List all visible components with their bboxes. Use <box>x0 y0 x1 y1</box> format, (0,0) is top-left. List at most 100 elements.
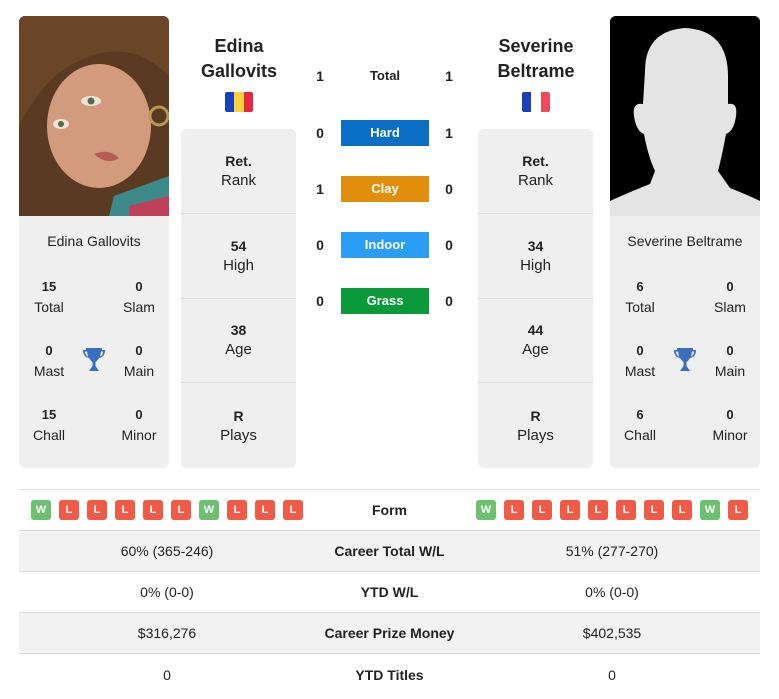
player-heading-left[interactable]: Edina Gallovits <box>179 34 299 84</box>
surface-badge-hard[interactable]: Hard <box>341 120 429 146</box>
right-value: 0% (0-0) <box>585 584 639 600</box>
player-name-left[interactable]: Edina Gallovits <box>19 233 169 249</box>
stat-value: 0 <box>726 407 734 422</box>
info-value: 38 <box>230 322 247 339</box>
h2h-left-count: 1 <box>316 181 324 197</box>
stat-value: 15 <box>41 279 57 294</box>
info-age: 44 Age <box>478 299 593 384</box>
form-badge-win[interactable]: W <box>31 500 51 520</box>
player-photo-right <box>610 16 760 216</box>
h2h-label-total: Total <box>369 68 401 83</box>
form-badge-loss[interactable]: L <box>644 500 664 520</box>
form-badge-loss[interactable]: L <box>560 500 580 520</box>
stat-value: 0 <box>636 343 644 358</box>
table-row-prize-money: $316,276 Career Prize Money $402,535 <box>19 613 760 654</box>
form-badge-loss[interactable]: L <box>283 500 303 520</box>
stat-label: Minor <box>712 427 748 443</box>
titles-chall-left: 15 Chall <box>19 405 79 445</box>
h2h-row-indoor: 0 Indoor 0 <box>305 232 465 258</box>
form-badge-loss[interactable]: L <box>728 500 748 520</box>
stat-value: 6 <box>636 279 644 294</box>
stat-label: Minor <box>121 427 157 443</box>
titles-total-left: 15 Total <box>19 277 79 317</box>
romania-flag-icon <box>225 92 253 112</box>
stat-label: Mast <box>624 363 656 379</box>
h2h-right-count: 0 <box>445 181 453 197</box>
info-value: Ret. <box>225 152 252 169</box>
info-plays: R Plays <box>181 383 296 468</box>
stat-label: Slam <box>123 299 155 315</box>
form-badge-loss[interactable]: L <box>115 500 135 520</box>
stat-label: Main <box>123 363 155 379</box>
row-label: YTD W/L <box>360 584 419 600</box>
table-row-ytd-wl: 0% (0-0) YTD W/L 0% (0-0) <box>19 572 760 613</box>
h2h-right-count: 0 <box>445 237 453 253</box>
form-badge-loss[interactable]: L <box>143 500 163 520</box>
france-flag-icon <box>522 92 550 112</box>
form-badge-loss[interactable]: L <box>504 500 524 520</box>
info-value: Ret. <box>522 152 549 169</box>
player-name-right[interactable]: Severine Beltrame <box>610 233 760 249</box>
info-rank: Ret. Rank <box>181 129 296 214</box>
stat-value: 6 <box>636 407 644 422</box>
form-badge-loss[interactable]: L <box>227 500 247 520</box>
h2h-row-grass: 0 Grass 0 <box>305 288 465 314</box>
stat-value: 0 <box>135 279 143 294</box>
h2h-row-hard: 0 Hard 1 <box>305 120 465 146</box>
info-label: High <box>520 256 551 274</box>
stat-value: 0 <box>135 343 143 358</box>
h2h-row-clay: 1 Clay 0 <box>305 176 465 202</box>
stat-label: Main <box>714 363 746 379</box>
player-heading-right[interactable]: Severine Beltrame <box>476 34 596 84</box>
form-badge-loss[interactable]: L <box>255 500 275 520</box>
row-label: Career Prize Money <box>324 625 455 641</box>
form-badge-loss[interactable]: L <box>59 500 79 520</box>
info-label: Plays <box>220 426 257 444</box>
info-value: 44 <box>527 322 544 339</box>
player-info-left: Ret. Rank 54 High 38 Age R Plays <box>181 129 296 468</box>
titles-main-left: 0 Main <box>109 341 169 381</box>
info-label: Plays <box>517 426 554 444</box>
form-badge-loss[interactable]: L <box>588 500 608 520</box>
player-titles-card-left: Edina Gallovits 15 Total 0 Slam 0 Mast 0… <box>19 216 169 468</box>
right-value: $402,535 <box>582 625 642 641</box>
left-value: 0 <box>163 666 171 683</box>
stats-comparison-table: WLLLLLWLLL Form WLLLLLLLWL 60% (365-246)… <box>19 489 760 695</box>
form-badge-loss[interactable]: L <box>672 500 692 520</box>
titles-minor-left: 0 Minor <box>109 405 169 445</box>
h2h-left-count: 1 <box>316 68 324 84</box>
left-value: 60% (365-246) <box>120 543 214 559</box>
stat-label: Total <box>34 299 64 315</box>
surface-badge-clay[interactable]: Clay <box>341 176 429 202</box>
form-badge-win[interactable]: W <box>476 500 496 520</box>
first-name: Edina <box>214 36 264 56</box>
right-value: 51% (277-270) <box>565 543 659 559</box>
stat-label: Chall <box>33 427 65 443</box>
info-value: R <box>233 407 244 424</box>
h2h-left-count: 0 <box>316 237 324 253</box>
form-badge-loss[interactable]: L <box>171 500 191 520</box>
form-badge-loss[interactable]: L <box>532 500 552 520</box>
titles-mast-left: 0 Mast <box>19 341 79 381</box>
stat-label: Mast <box>33 363 65 379</box>
player-photo-left <box>19 16 169 216</box>
info-high: 54 High <box>181 214 296 299</box>
titles-minor-right: 0 Minor <box>700 405 760 445</box>
info-label: Age <box>225 341 252 359</box>
stat-value: 0 <box>45 343 53 358</box>
first-name: Severine <box>498 36 574 56</box>
info-label: Rank <box>517 171 554 189</box>
h2h-left-count: 0 <box>316 293 324 309</box>
info-rank: Ret. Rank <box>478 129 593 214</box>
stat-value: 0 <box>726 279 734 294</box>
row-label: YTD Titles <box>355 666 424 683</box>
form-badge-win[interactable]: W <box>199 500 219 520</box>
surface-badge-indoor[interactable]: Indoor <box>341 232 429 258</box>
stat-value: 0 <box>726 343 734 358</box>
left-value: $316,276 <box>137 625 197 641</box>
form-badge-win[interactable]: W <box>700 500 720 520</box>
form-badge-loss[interactable]: L <box>616 500 636 520</box>
form-badge-loss[interactable]: L <box>87 500 107 520</box>
form-list-right: WLLLLLLLWL <box>464 500 760 520</box>
surface-badge-grass[interactable]: Grass <box>341 288 429 314</box>
